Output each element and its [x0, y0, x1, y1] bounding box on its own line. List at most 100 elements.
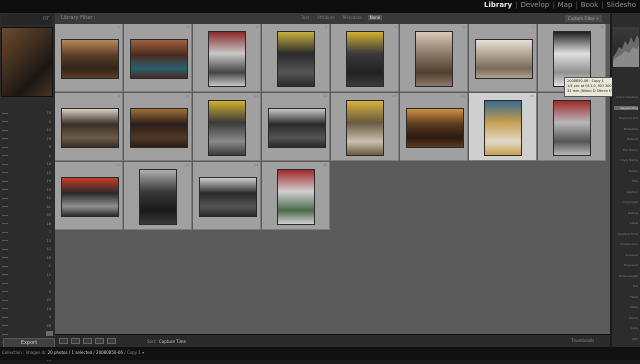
folder-row[interactable]: 12	[0, 169, 55, 178]
photo-thumbnail[interactable]	[415, 31, 453, 87]
metadata-field[interactable]: Folder	[614, 169, 638, 173]
module-map[interactable]: Map	[556, 1, 575, 9]
survey-view-button[interactable]	[95, 338, 104, 344]
photo-thumbnail[interactable]	[553, 100, 591, 156]
photo-thumbnail[interactable]	[346, 31, 384, 87]
photo-cell[interactable]: 14	[400, 93, 468, 161]
photo-cell[interactable]: 3	[193, 24, 261, 92]
photo-thumbnail[interactable]	[268, 108, 326, 148]
navigator-preview[interactable]	[1, 27, 53, 97]
metadata-field[interactable]: Caption	[614, 190, 638, 194]
photo-thumbnail[interactable]	[406, 108, 464, 148]
metadata-field[interactable]: Default	[614, 137, 638, 141]
status-collection[interactable]: Collection : Images dc	[2, 350, 46, 355]
folder-row[interactable]: 11	[0, 245, 55, 254]
photo-thumbnail[interactable]	[199, 177, 257, 217]
metadata-field[interactable]: Capture Time	[614, 232, 638, 236]
metadata-field[interactable]: Keyword List	[614, 116, 638, 120]
metadata-field[interactable]: Make	[614, 305, 638, 309]
photo-cell[interactable]: 6	[400, 24, 468, 92]
photo-thumbnail[interactable]	[277, 169, 315, 225]
folder-row[interactable]: 11	[0, 194, 55, 203]
folder-row[interactable]: 74	[0, 135, 55, 144]
metadata-field[interactable]: Model	[614, 316, 638, 320]
folder-row[interactable]: 0	[0, 288, 55, 297]
photo-cell[interactable]: 16	[538, 93, 606, 161]
metadata-field[interactable]: Focal Length	[614, 274, 638, 278]
sort-dropdown[interactable]: Capture Time	[159, 339, 186, 344]
folder-row[interactable]: 26	[0, 322, 55, 331]
module-develop[interactable]: Develop	[518, 1, 551, 9]
metadata-field[interactable]: Title	[614, 179, 638, 183]
photo-thumbnail[interactable]	[130, 108, 188, 148]
folder-row[interactable]: 16	[0, 220, 55, 229]
compare-view-button[interactable]	[83, 338, 92, 344]
folder-row[interactable]: 18	[0, 254, 55, 263]
metadata-field[interactable]: Copy Name	[614, 158, 638, 162]
filter-tab-none[interactable]: None	[368, 15, 382, 20]
photo-cell[interactable]: 5	[331, 24, 399, 92]
folder-row[interactable]: 3	[0, 279, 55, 288]
filter-tab-metadata[interactable]: Metadata	[341, 15, 364, 20]
photo-cell[interactable]: 15	[469, 93, 537, 161]
folder-row[interactable]: 14	[0, 160, 55, 169]
photo-cell[interactable]: 1	[55, 24, 123, 92]
folder-row[interactable]: 14	[0, 305, 55, 314]
photo-thumbnail[interactable]	[130, 39, 188, 79]
metadata-field[interactable]: Quick Develop	[614, 95, 638, 99]
metadata-field[interactable]: Metadata	[614, 127, 638, 131]
module-book[interactable]: Book	[579, 1, 600, 9]
folder-row[interactable]: 41	[0, 203, 55, 212]
photo-thumbnail[interactable]	[208, 100, 246, 156]
photo-cell[interactable]: 17	[55, 162, 123, 230]
metadata-field[interactable]: Label	[614, 221, 638, 225]
folder-row[interactable]: 74	[0, 109, 55, 118]
photo-thumbnail[interactable]	[475, 39, 533, 79]
scrollbar-thumb[interactable]	[46, 331, 53, 336]
photo-cell[interactable]: 18	[124, 162, 192, 230]
folder-row[interactable]: 0	[0, 118, 55, 127]
folder-row[interactable]: 10	[0, 126, 55, 135]
metadata-field[interactable]: Keywording	[614, 106, 638, 110]
module-slidesho[interactable]: Slidesho	[605, 1, 638, 9]
status-suffix[interactable]: / Copy 1 ▾	[124, 350, 144, 355]
navigator-header[interactable]: FIT	[2, 15, 52, 25]
metadata-field[interactable]: File Name	[614, 148, 638, 152]
photo-thumbnail[interactable]	[61, 177, 119, 217]
photo-thumbnail[interactable]	[139, 169, 177, 225]
filter-tab-attribute[interactable]: Attribute	[315, 15, 337, 20]
photo-cell[interactable]: 12	[262, 93, 330, 161]
folder-row[interactable]: 1	[0, 152, 55, 161]
photo-thumbnail[interactable]	[277, 31, 315, 87]
folder-row[interactable]: 22	[0, 296, 55, 305]
people-view-button[interactable]	[107, 338, 116, 344]
metadata-field[interactable]: ISO	[614, 284, 638, 288]
filter-tab-text[interactable]: Text	[299, 15, 311, 20]
folder-row[interactable]: 9	[0, 143, 55, 152]
photo-cell[interactable]: 11	[193, 93, 261, 161]
photo-cell[interactable]: 4	[262, 24, 330, 92]
photo-thumbnail[interactable]	[484, 100, 522, 156]
folder-row[interactable]: 11	[0, 271, 55, 280]
metadata-field[interactable]: Cropped	[614, 253, 638, 257]
photo-cell[interactable]: 9	[55, 93, 123, 161]
metadata-field[interactable]: Exposure	[614, 263, 638, 267]
folder-row[interactable]: 4	[0, 313, 55, 322]
metadata-field[interactable]: Flash	[614, 295, 638, 299]
metadata-field[interactable]: Lens	[614, 326, 638, 330]
metadata-field[interactable]: Copyright	[614, 200, 638, 204]
folder-row[interactable]: 19	[0, 177, 55, 186]
folder-row[interactable]: 7	[0, 228, 55, 237]
folder-row[interactable]: 13	[0, 237, 55, 246]
photo-cell[interactable]: 2	[124, 24, 192, 92]
photo-cell[interactable]: 20	[262, 162, 330, 230]
photo-cell[interactable]: 10	[124, 93, 192, 161]
navigator-zoom[interactable]: FIT	[43, 16, 49, 21]
module-library[interactable]: Library	[482, 1, 514, 9]
photo-thumbnail[interactable]	[61, 108, 119, 148]
photo-cell[interactable]: 19	[193, 162, 261, 230]
folder-row[interactable]: 1	[0, 262, 55, 271]
loupe-view-button[interactable]	[71, 338, 80, 344]
photo-thumbnail[interactable]	[208, 31, 246, 87]
metadata-field[interactable]: Rating	[614, 211, 638, 215]
